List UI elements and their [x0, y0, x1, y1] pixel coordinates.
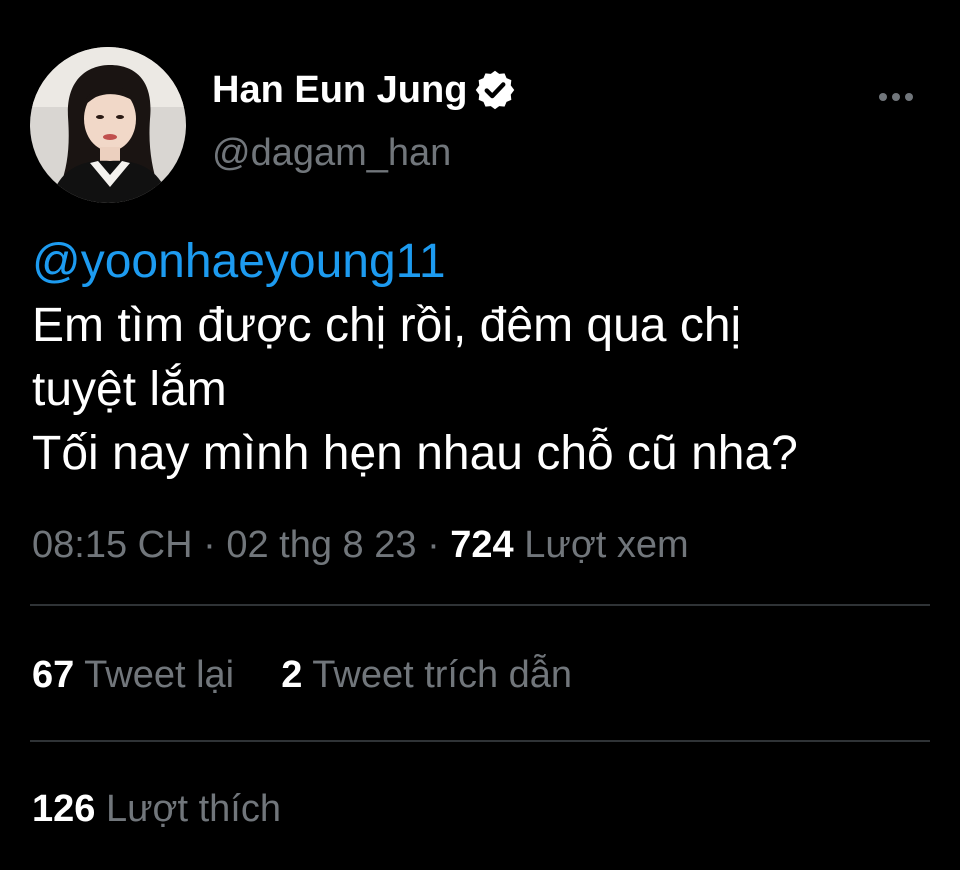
tweet-date[interactable]: 02 thg 8 23 — [226, 524, 416, 566]
quotes-label: Tweet trích dẫn — [312, 654, 573, 696]
tweet-line: Tối nay mình hẹn nhau chỗ cũ nha? — [32, 427, 798, 480]
avatar[interactable] — [30, 47, 186, 203]
views-count: 724 — [450, 524, 514, 566]
divider — [30, 604, 930, 606]
tweet-line: Em tìm được chị rồi, đêm qua chị — [32, 299, 742, 352]
views-label: Lượt xem — [524, 524, 689, 566]
likes-stats-row: 126 Lượt thích — [32, 788, 281, 831]
display-name-text: Han Eun Jung — [212, 68, 468, 111]
retweet-stats-row: 67 Tweet lại 2 Tweet trích dẫn — [32, 654, 572, 697]
separator-dot: · — [427, 524, 451, 566]
mention-link[interactable]: @yoonhaeyoung11 — [32, 230, 932, 294]
retweets-label: Tweet lại — [84, 654, 235, 696]
divider — [30, 740, 930, 742]
likes-stat[interactable]: 126 Lượt thích — [32, 788, 281, 830]
tweet-meta: 08:15 CH · 02 thg 8 23 · 724 Lượt xem — [32, 524, 689, 567]
more-options-icon[interactable] — [876, 86, 916, 108]
likes-count: 126 — [32, 788, 96, 830]
retweets-stat[interactable]: 67 Tweet lại — [32, 654, 245, 696]
tweet-line: tuyệt lắm — [32, 363, 227, 416]
tweet-text: @yoonhaeyoung11 Em tìm được chị rồi, đêm… — [32, 230, 932, 486]
quotes-stat[interactable]: 2 Tweet trích dẫn — [281, 654, 572, 696]
display-name[interactable]: Han Eun Jung — [212, 68, 517, 112]
user-handle[interactable]: @dagam_han — [212, 132, 451, 175]
likes-label: Lượt thích — [105, 788, 281, 830]
retweets-count: 67 — [32, 654, 75, 696]
verified-badge-icon — [473, 68, 517, 112]
quotes-count: 2 — [281, 654, 303, 696]
tweet-time[interactable]: 08:15 CH — [32, 524, 193, 566]
profile-photo — [30, 47, 186, 203]
separator-dot: · — [203, 524, 227, 566]
